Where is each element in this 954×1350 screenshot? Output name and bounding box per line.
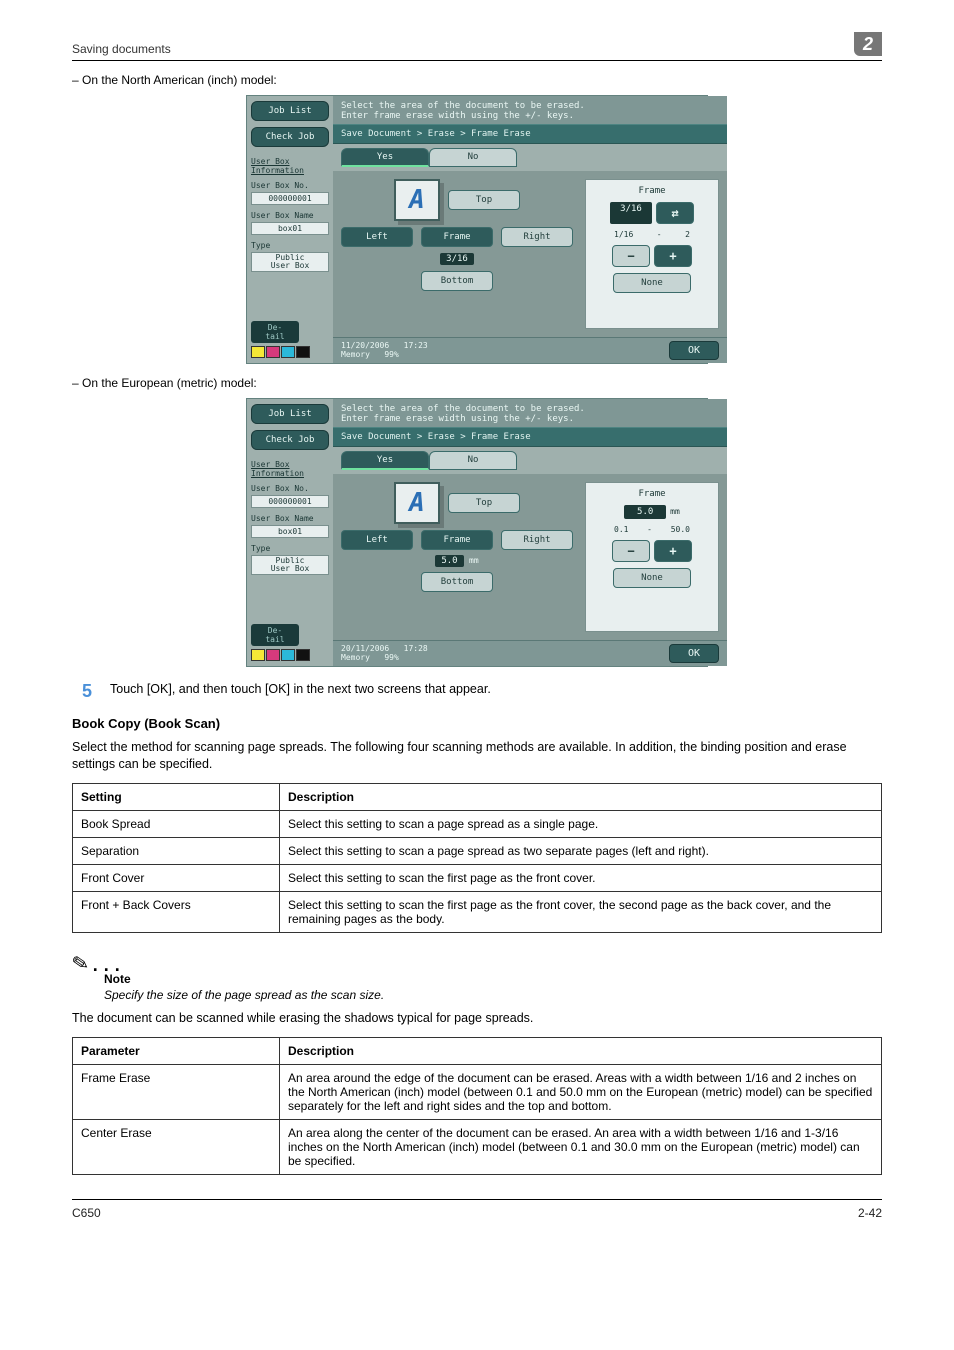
none-button[interactable]: None	[613, 568, 691, 588]
preview-thumbnail: A	[394, 482, 440, 524]
tab-no[interactable]: No	[429, 148, 517, 167]
note-block: ✎... Note Specify the size of the page s…	[72, 951, 882, 1002]
job-list-button[interactable]: Job List	[251, 404, 329, 424]
width-unit: mm	[469, 554, 479, 565]
frame-side-panel: Frame 3/16 ⇄ 1/16 - 2 −	[585, 179, 719, 329]
device-screen-na: Job List Check Job User Box Information …	[246, 95, 708, 364]
top-button[interactable]: Top	[448, 190, 520, 210]
table-row: Front + Back CoversSelect this setting t…	[73, 891, 882, 932]
job-list-button[interactable]: Job List	[251, 101, 329, 121]
none-button[interactable]: None	[613, 273, 691, 293]
detail-button[interactable]: De- tail	[251, 624, 299, 646]
footer-right: 2-42	[858, 1206, 882, 1220]
frame-button[interactable]: Frame	[421, 530, 493, 550]
color-indicator	[251, 343, 329, 358]
check-job-button[interactable]: Check Job	[251, 127, 329, 147]
userbox-name-value: box01	[251, 525, 329, 538]
width-value: 3/16	[440, 253, 474, 265]
instruction-text: Select the area of the document to be er…	[333, 96, 727, 124]
frame-button[interactable]: Frame	[421, 227, 493, 247]
side-unit: mm	[670, 505, 680, 516]
side-title: Frame	[638, 489, 665, 499]
bullet-eu: – On the European (metric) model:	[72, 376, 882, 390]
range-min: 0.1	[614, 525, 628, 534]
frame-side-panel: Frame 5.0 mm 0.1 - 50.0 −	[585, 482, 719, 632]
footer-left: C650	[72, 1206, 101, 1220]
color-indicator	[251, 646, 329, 661]
parameter-table: Parameter Description Frame EraseAn area…	[72, 1037, 882, 1175]
userbox-no-value: 000000001	[251, 495, 329, 508]
ok-button[interactable]: OK	[669, 644, 719, 663]
right-button[interactable]: Right	[501, 530, 573, 550]
section-title: Saving documents	[72, 42, 171, 56]
bullet-na-text: On the North American (inch) model:	[82, 73, 277, 87]
left-button[interactable]: Left	[341, 530, 413, 550]
type-value: Public User Box	[251, 555, 329, 575]
top-button[interactable]: Top	[448, 493, 520, 513]
tab-no[interactable]: No	[429, 451, 517, 470]
bullet-eu-text: On the European (metric) model:	[82, 376, 257, 390]
device-screen-eu: Job List Check Job User Box Information …	[246, 398, 708, 667]
userbox-name-label: User Box Name	[251, 211, 329, 220]
userbox-no-label: User Box No.	[251, 484, 329, 493]
minus-button[interactable]: −	[612, 540, 650, 562]
table-row: Center EraseAn area along the center of …	[73, 1119, 882, 1174]
bottom-button[interactable]: Bottom	[421, 572, 493, 592]
type-label: Type	[251, 241, 329, 250]
check-job-button[interactable]: Check Job	[251, 430, 329, 450]
right-button[interactable]: Right	[501, 227, 573, 247]
status-datetime: 11/20/2006 17:23 Memory 99%	[341, 342, 428, 360]
left-button[interactable]: Left	[341, 227, 413, 247]
note-text: Specify the size of the page spread as t…	[104, 988, 882, 1002]
range-min: 1/16	[614, 230, 633, 239]
breadcrumb: Save Document > Erase > Frame Erase	[333, 124, 727, 144]
note-label: Note	[104, 972, 882, 986]
table-row: Front CoverSelect this setting to scan t…	[73, 864, 882, 891]
status-datetime: 20/11/2006 17:28 Memory 99%	[341, 645, 428, 663]
breadcrumb: Save Document > Erase > Frame Erase	[333, 427, 727, 447]
userbox-no-label: User Box No.	[251, 181, 329, 190]
plus-button[interactable]: +	[654, 540, 692, 562]
note-icon: ✎	[70, 949, 91, 977]
type-label: Type	[251, 544, 329, 553]
reset-button[interactable]: ⇄	[656, 202, 694, 224]
range-max: 50.0	[671, 525, 690, 534]
userbox-no-value: 000000001	[251, 192, 329, 205]
settings-table: Setting Description Book SpreadSelect th…	[72, 783, 882, 933]
th-setting: Setting	[73, 783, 280, 810]
minus-button[interactable]: −	[612, 245, 650, 267]
chapter-badge: 2	[854, 32, 882, 56]
range-max: 2	[685, 230, 690, 239]
th-parameter: Parameter	[73, 1037, 280, 1064]
th-description: Description	[280, 783, 882, 810]
userbox-name-value: box01	[251, 222, 329, 235]
para-after-note: The document can be scanned while erasin…	[72, 1010, 882, 1027]
plus-button[interactable]: +	[654, 245, 692, 267]
book-copy-intro: Select the method for scanning page spre…	[72, 739, 882, 773]
side-title: Frame	[638, 186, 665, 196]
tab-yes[interactable]: Yes	[341, 148, 429, 167]
width-value: 5.0	[435, 555, 463, 567]
table-row: SeparationSelect this setting to scan a …	[73, 837, 882, 864]
side-value: 3/16	[610, 202, 652, 224]
side-value: 5.0	[624, 505, 666, 519]
userbox-info-label: User Box Information	[251, 157, 329, 175]
userbox-info-label: User Box Information	[251, 460, 329, 478]
preview-thumbnail: A	[394, 179, 440, 221]
userbox-name-label: User Box Name	[251, 514, 329, 523]
tab-yes[interactable]: Yes	[341, 451, 429, 470]
detail-button[interactable]: De- tail	[251, 321, 299, 343]
book-copy-heading: Book Copy (Book Scan)	[72, 716, 882, 731]
step-text: Touch [OK], and then touch [OK] in the n…	[110, 681, 491, 698]
instruction-text: Select the area of the document to be er…	[333, 399, 727, 427]
table-row: Frame EraseAn area around the edge of th…	[73, 1064, 882, 1119]
table-row: Book SpreadSelect this setting to scan a…	[73, 810, 882, 837]
type-value: Public User Box	[251, 252, 329, 272]
bullet-na: – On the North American (inch) model:	[72, 73, 882, 87]
ok-button[interactable]: OK	[669, 341, 719, 360]
step-number: 5	[72, 681, 92, 702]
th-description: Description	[280, 1037, 882, 1064]
bottom-button[interactable]: Bottom	[421, 271, 493, 291]
